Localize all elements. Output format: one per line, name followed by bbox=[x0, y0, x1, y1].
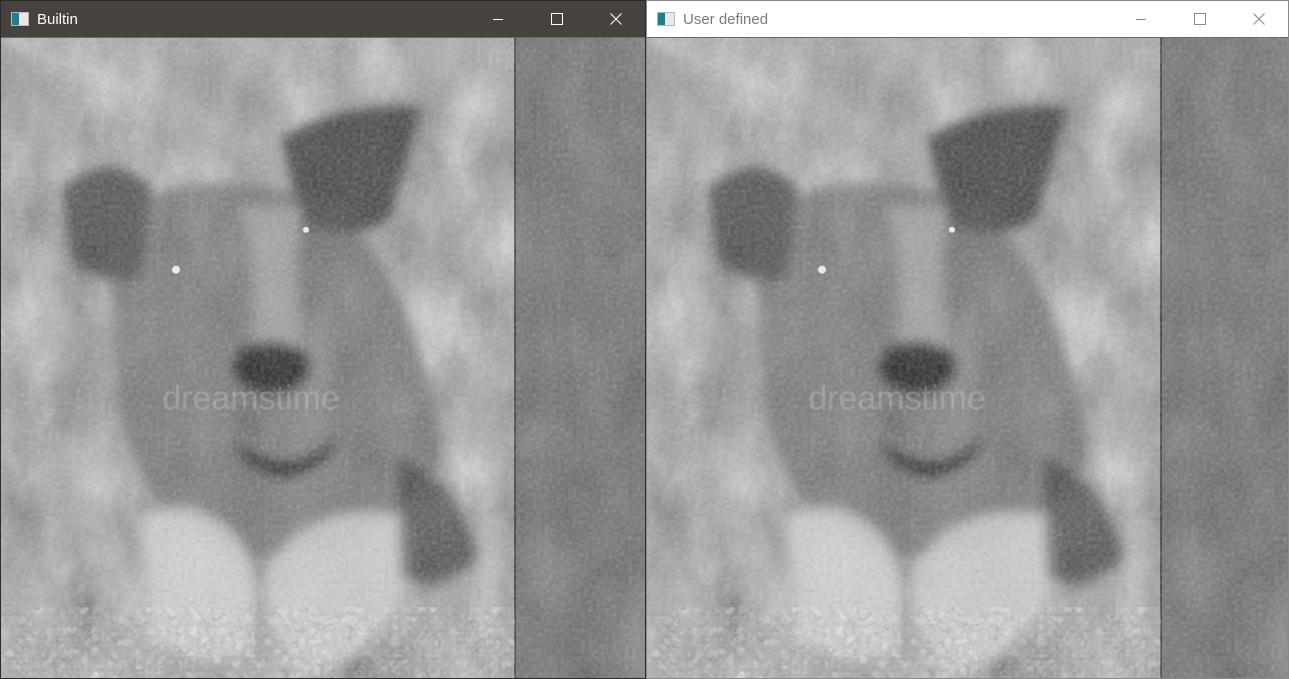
maximize-icon bbox=[1193, 13, 1206, 25]
image-canvas: dreamstime bbox=[647, 38, 1288, 678]
window-app-icon[interactable] bbox=[11, 12, 29, 26]
window-title: Builtin bbox=[37, 10, 78, 28]
window-titlebar[interactable]: User defined bbox=[647, 1, 1288, 37]
window-app-icon[interactable] bbox=[657, 12, 675, 26]
maximize-button[interactable] bbox=[527, 1, 586, 37]
maximize-button[interactable] bbox=[1170, 1, 1229, 37]
image-canvas: dreamstime bbox=[1, 38, 645, 678]
minimize-button[interactable] bbox=[468, 1, 527, 37]
close-icon bbox=[1252, 13, 1265, 25]
close-button[interactable] bbox=[1229, 1, 1288, 37]
user-defined-window[interactable]: User defined dreamstime bbox=[646, 0, 1289, 679]
close-button[interactable] bbox=[586, 1, 645, 37]
window-titlebar[interactable]: Builtin bbox=[1, 1, 645, 37]
minimize-icon bbox=[1135, 19, 1146, 20]
dog-photo-image: dreamstime bbox=[1, 38, 645, 678]
maximize-icon bbox=[550, 13, 563, 25]
window-title: User defined bbox=[683, 10, 769, 28]
close-icon bbox=[609, 13, 622, 25]
minimize-button[interactable] bbox=[1111, 1, 1170, 37]
watermark-text: dreamstime bbox=[808, 379, 986, 417]
dog-photo-image: dreamstime bbox=[647, 38, 1288, 678]
watermark-text: dreamstime bbox=[162, 379, 340, 417]
minimize-icon bbox=[492, 19, 503, 20]
builtin-window[interactable]: Builtin dreamstime bbox=[0, 0, 646, 679]
